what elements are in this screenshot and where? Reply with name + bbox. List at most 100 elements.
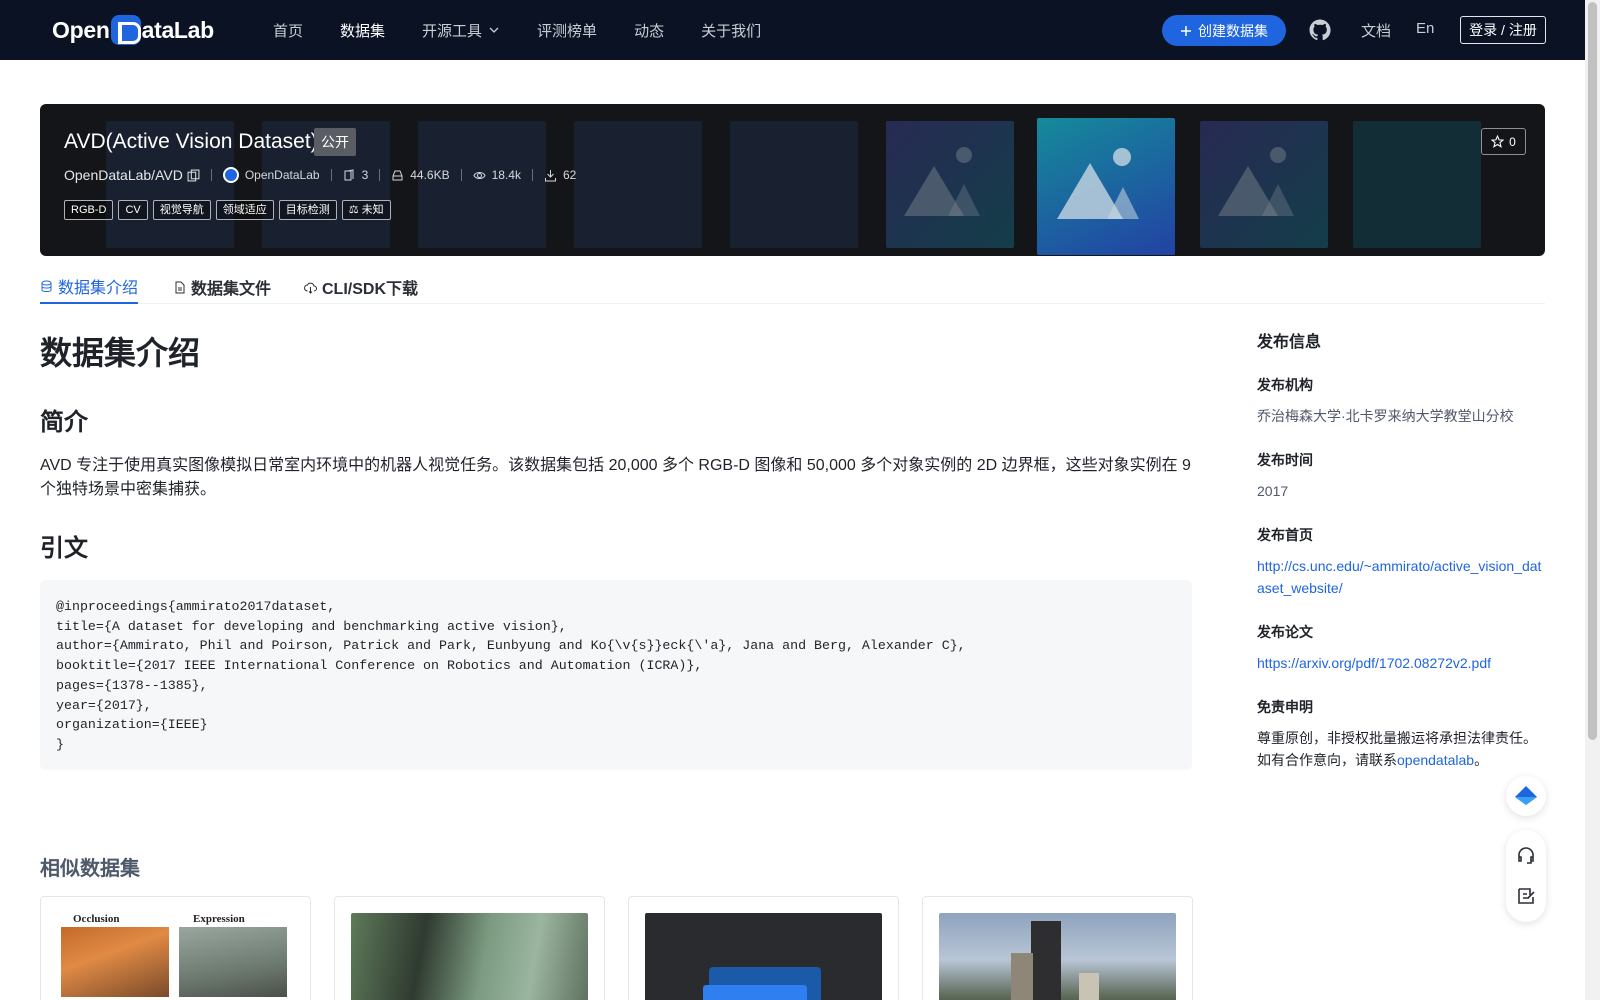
paper-value: https://arxiv.org/pdf/1702.08272v2.pdf bbox=[1257, 652, 1547, 674]
preview-tile bbox=[886, 121, 1014, 248]
citation-heading: 引文 bbox=[40, 535, 88, 562]
license-tag[interactable]: ⚖ 未知 bbox=[341, 200, 391, 220]
similar-datasets-heading: 相似数据集 bbox=[40, 858, 140, 880]
tab-files[interactable]: 数据集文件 bbox=[173, 270, 271, 304]
feedback-icon[interactable] bbox=[1516, 886, 1536, 906]
homepage-value: http://cs.unc.edu/~ammirato/active_visio… bbox=[1257, 555, 1547, 599]
disclaimer-text: 尊重原创，非授权批量搬运将承担法律责任。如有合作意向，请联系opendatala… bbox=[1257, 727, 1547, 771]
create-dataset-button[interactable]: 创建数据集 bbox=[1162, 15, 1286, 46]
tab-intro[interactable]: 数据集介绍 bbox=[40, 270, 139, 304]
intro-paragraph: AVD 专注于使用真实图像模拟日常室内环境中的机器人视觉任务。该数据集包括 20… bbox=[40, 457, 1191, 498]
preview-tile bbox=[574, 121, 702, 248]
thumbnail-label: Occlusion bbox=[73, 913, 120, 925]
card-thumbnail bbox=[645, 913, 882, 1000]
divider bbox=[379, 169, 381, 181]
dataset-size: 44.6KB bbox=[391, 168, 450, 182]
dataset-tags: RGB-D CV 视觉导航 领域适应 目标检测 ⚖ 未知 bbox=[64, 200, 391, 220]
tab-cli-sdk[interactable]: CLI/SDK下载 bbox=[304, 270, 418, 304]
card-thumbnail: Occlusion Expression bbox=[57, 913, 294, 1000]
tag[interactable]: 目标检测 bbox=[278, 200, 337, 220]
publication-info-panel: 发布信息 发布机构 乔治梅森大学·北卡罗来纳大学教堂山分校 发布时间 2017 … bbox=[1257, 328, 1547, 771]
preview-tile bbox=[1353, 121, 1481, 248]
dataset-size-value: 44.6KB bbox=[410, 168, 450, 182]
nav-tools-label: 开源工具 bbox=[422, 22, 483, 40]
top-navigation-bar: Open ataLab 首页 数据集 开源工具 评测榜单 动态 关于我们 创建数据… bbox=[0, 0, 1585, 60]
homepage-label: 发布首页 bbox=[1257, 527, 1313, 543]
homepage-link[interactable]: http://cs.unc.edu/~ammirato/active_visio… bbox=[1257, 558, 1541, 596]
view-count-value: 18.4k bbox=[491, 168, 521, 182]
thumbnail-shape bbox=[703, 985, 807, 1000]
dataset-path: OpenDataLab/AVD bbox=[64, 167, 200, 183]
thumbnail-photo bbox=[61, 927, 169, 997]
publish-time-value: 2017 bbox=[1257, 483, 1289, 499]
page-title: 数据集介绍 bbox=[40, 335, 201, 371]
card-thumbnail bbox=[351, 913, 588, 1000]
publication-info-title: 发布信息 bbox=[1257, 334, 1322, 351]
similar-dataset-card[interactable] bbox=[922, 896, 1193, 1000]
view-count: 18.4k bbox=[473, 168, 521, 182]
tab-cli-sdk-label: CLI/SDK下载 bbox=[322, 281, 419, 298]
thumbnail-label: Expression bbox=[193, 913, 245, 925]
contact-link[interactable]: opendatalab bbox=[1397, 752, 1474, 768]
nav-news[interactable]: 动态 bbox=[634, 20, 664, 41]
page-scrollbar[interactable] bbox=[1585, 0, 1600, 1000]
nav-docs[interactable]: 文档 bbox=[1361, 20, 1391, 41]
paper-link[interactable]: https://arxiv.org/pdf/1702.08272v2.pdf bbox=[1257, 655, 1491, 671]
dataset-path-text: OpenDataLab/AVD bbox=[64, 167, 183, 183]
nav-about[interactable]: 关于我们 bbox=[701, 20, 761, 41]
publisher-label: 发布机构 bbox=[1257, 377, 1313, 393]
preview-tile bbox=[418, 121, 546, 248]
preview-tile bbox=[730, 121, 858, 248]
tag[interactable]: 领域适应 bbox=[215, 200, 274, 220]
divider bbox=[210, 169, 212, 181]
nav-tools[interactable]: 开源工具 bbox=[422, 20, 500, 41]
floating-tools bbox=[1506, 830, 1546, 922]
card-thumbnail bbox=[939, 913, 1176, 1000]
disclaimer-label: 免责申明 bbox=[1257, 699, 1313, 715]
citation-code-block[interactable]: @inproceedings{ammirato2017dataset, titl… bbox=[40, 580, 1192, 770]
download-count: 62 bbox=[544, 168, 576, 182]
paper-label: 发布论文 bbox=[1257, 624, 1313, 640]
similar-dataset-card[interactable] bbox=[628, 896, 899, 1000]
file-icon bbox=[175, 281, 185, 293]
opendatalab-logo[interactable]: Open ataLab bbox=[52, 14, 214, 46]
login-register-button[interactable]: 登录 / 注册 bbox=[1460, 16, 1546, 44]
intro-heading: 简介 bbox=[40, 409, 88, 436]
similar-dataset-card[interactable]: Occlusion Expression bbox=[40, 896, 311, 1000]
nav-datasets[interactable]: 数据集 bbox=[340, 20, 385, 41]
main-nav: 首页 数据集 开源工具 评测榜单 动态 关于我们 bbox=[273, 0, 798, 60]
create-dataset-label: 创建数据集 bbox=[1198, 22, 1268, 39]
dataset-org[interactable]: OpenDataLab bbox=[222, 167, 320, 183]
scrollbar-thumb[interactable] bbox=[1588, 2, 1597, 740]
preview-tile-active[interactable] bbox=[1037, 118, 1175, 255]
org-name: OpenDataLab bbox=[244, 168, 320, 182]
language-switch[interactable]: En bbox=[1416, 20, 1434, 37]
headset-icon[interactable] bbox=[1516, 846, 1536, 866]
nav-leaderboard[interactable]: 评测榜单 bbox=[537, 20, 597, 41]
star-button[interactable]: 0 bbox=[1481, 128, 1526, 155]
copy-icon[interactable] bbox=[187, 169, 200, 182]
star-icon bbox=[1491, 135, 1505, 148]
preview-tile bbox=[1200, 121, 1328, 248]
assistant-button[interactable] bbox=[1506, 776, 1546, 816]
similar-dataset-card[interactable] bbox=[334, 896, 605, 1000]
visibility-badge: 公开 bbox=[314, 128, 356, 156]
nav-home[interactable]: 首页 bbox=[273, 20, 303, 41]
github-icon[interactable] bbox=[1308, 18, 1332, 42]
storage-icon bbox=[392, 170, 403, 180]
download-count-value: 62 bbox=[562, 168, 577, 182]
chevron-down-icon bbox=[489, 27, 499, 33]
scale-icon: ⚖ bbox=[348, 204, 359, 216]
divider bbox=[460, 169, 462, 181]
tag[interactable]: 视觉导航 bbox=[152, 200, 211, 220]
download-icon bbox=[544, 169, 556, 181]
tag[interactable]: RGB-D bbox=[64, 200, 114, 220]
tag[interactable]: CV bbox=[118, 200, 148, 220]
paper-plane-icon bbox=[1515, 786, 1537, 805]
cloud-download-icon bbox=[304, 282, 317, 294]
tab-files-label: 数据集文件 bbox=[191, 281, 272, 298]
file-count: 3 bbox=[343, 168, 368, 182]
disclaimer-end: 。 bbox=[1474, 752, 1489, 768]
divider bbox=[531, 169, 533, 181]
eye-icon bbox=[473, 171, 486, 179]
